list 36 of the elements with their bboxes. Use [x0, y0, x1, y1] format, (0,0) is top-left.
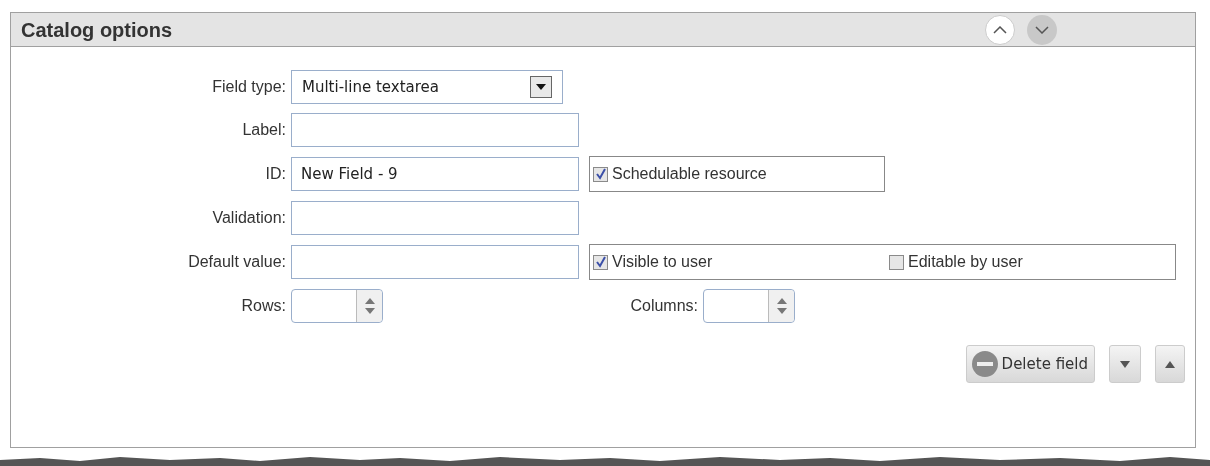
spin-down-icon[interactable]	[364, 308, 375, 314]
number-spinner[interactable]	[703, 289, 795, 323]
collapse-button[interactable]	[985, 14, 1015, 45]
field-label: Rows:	[240, 296, 287, 316]
spin-up-icon[interactable]	[776, 298, 787, 304]
panel-title: Catalog options	[21, 17, 174, 43]
checkbox[interactable]	[593, 166, 608, 182]
field-label: Validation:	[211, 208, 287, 228]
text-field[interactable]	[291, 245, 579, 279]
field-label: Columns:	[629, 296, 699, 316]
text-field[interactable]	[291, 113, 579, 147]
move-down-button[interactable]	[1109, 345, 1141, 383]
triangle-up-icon	[1165, 360, 1175, 368]
text-field[interactable]	[291, 201, 579, 235]
checkbox[interactable]	[593, 254, 608, 270]
delete-field-button[interactable]: Delete field	[965, 345, 1095, 383]
field-label: ID:	[264, 164, 287, 184]
move-up-button[interactable]	[1155, 345, 1185, 383]
field-type-dropdown[interactable]: Multi-line textarea	[291, 70, 563, 104]
checkbox-label: Schedulable resource	[612, 164, 767, 184]
spin-down-icon[interactable]	[776, 308, 787, 314]
chevron-down-icon	[1035, 25, 1049, 34]
number-spinner[interactable]	[291, 289, 383, 323]
field-label: Default value:	[187, 252, 287, 272]
text-field[interactable]: New Field - 9	[291, 157, 579, 191]
checkbox[interactable]	[889, 254, 904, 270]
field-label: Label:	[241, 120, 287, 140]
chevron-up-icon	[993, 25, 1007, 34]
spin-up-icon[interactable]	[364, 298, 375, 304]
triangle-down-icon	[1120, 360, 1130, 368]
minus-circle-icon	[970, 350, 999, 378]
checkbox-label: Editable by user	[908, 252, 1023, 272]
checkbox-label: Visible to user	[612, 252, 713, 272]
expand-button[interactable]	[1027, 14, 1057, 45]
field-label: Field type:	[211, 77, 287, 97]
dropdown-caret-icon[interactable]	[530, 76, 552, 98]
